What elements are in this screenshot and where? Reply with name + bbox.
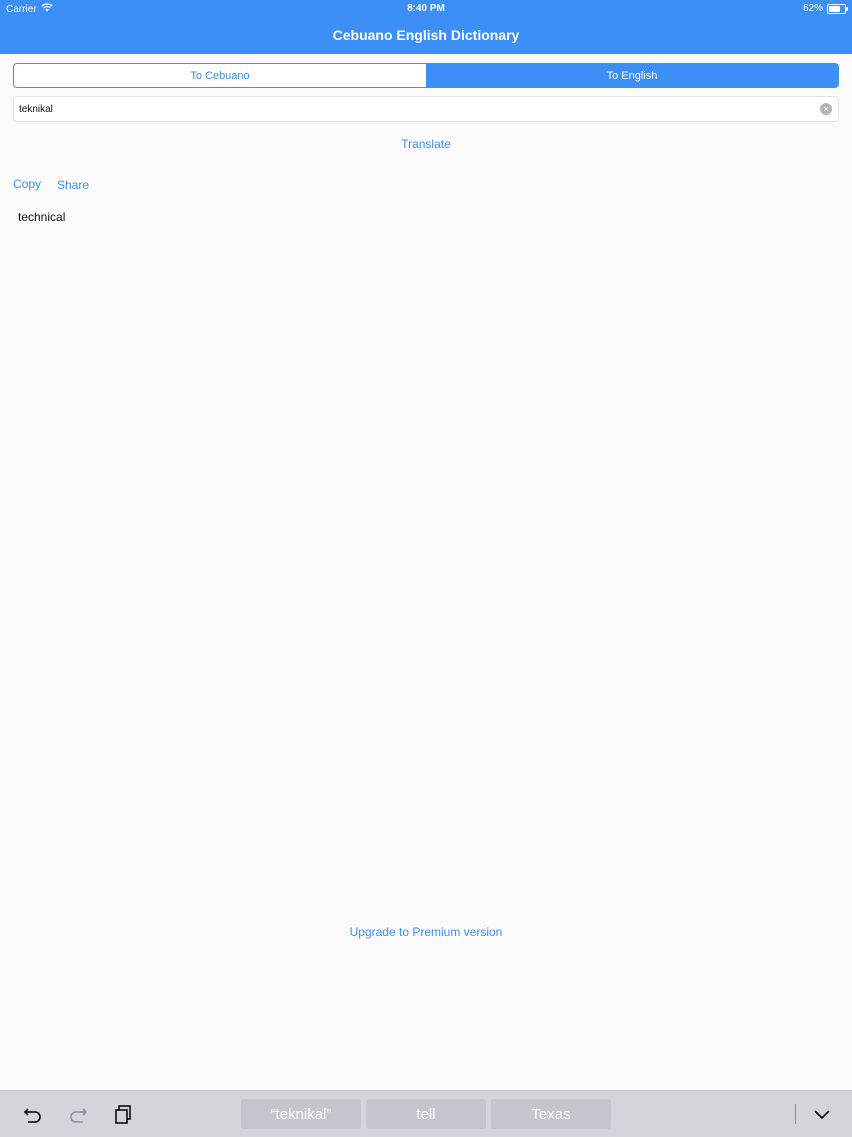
suggestion-tell[interactable]: tell xyxy=(366,1099,486,1129)
search-field[interactable]: × xyxy=(13,96,839,122)
battery-percentage: 62% xyxy=(802,3,823,14)
share-button[interactable]: Share xyxy=(57,178,89,192)
search-input[interactable] xyxy=(19,101,809,117)
paste-icon[interactable] xyxy=(112,1103,134,1125)
upgrade-premium-link[interactable]: Upgrade to Premium version xyxy=(0,925,852,939)
translate-button[interactable]: Translate xyxy=(0,137,852,151)
keyboard-shortcut-bar: “teknikal” tell Texas xyxy=(0,1090,852,1137)
chevron-down-icon[interactable] xyxy=(811,1103,833,1125)
segment-to-english[interactable]: To English xyxy=(426,64,838,87)
clear-icon[interactable]: × xyxy=(820,103,832,115)
copy-button[interactable]: Copy xyxy=(13,177,41,191)
suggestion-quoted-word[interactable]: “teknikal” xyxy=(241,1099,361,1129)
translation-result: technical xyxy=(18,210,66,224)
divider xyxy=(795,1104,796,1124)
battery-icon xyxy=(827,3,848,14)
suggestion-texas[interactable]: Texas xyxy=(491,1099,611,1129)
status-battery: 62% xyxy=(802,3,848,14)
navigation-bar: Carrier 8:40 PM 62% Cebuano English Dict… xyxy=(0,0,852,54)
undo-icon[interactable] xyxy=(22,1103,44,1125)
direction-segmented-control[interactable]: To Cebuano To English xyxy=(13,63,839,88)
page-title: Cebuano English Dictionary xyxy=(332,27,520,43)
redo-icon[interactable] xyxy=(67,1103,89,1125)
segment-to-cebuano[interactable]: To Cebuano xyxy=(14,64,426,87)
status-time: 8:40 PM xyxy=(407,3,445,14)
